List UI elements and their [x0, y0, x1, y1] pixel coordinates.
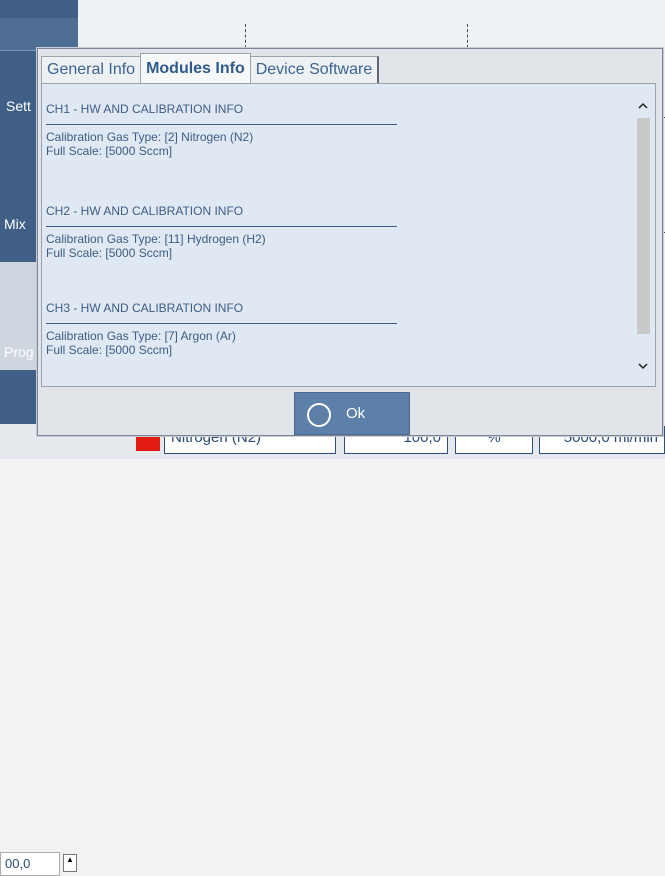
calibration-gas-line: Calibration Gas Type: [2] Nitrogen (N2)	[46, 130, 254, 144]
section-divider	[46, 323, 397, 324]
section-divider	[46, 124, 397, 125]
full-scale-line: Full Scale: [5000 Sccm]	[46, 144, 173, 158]
channel-section: CH3 - HW AND CALIBRATION INFO Calibratio…	[46, 301, 606, 357]
tab-modules-info[interactable]: Modules Info	[140, 53, 251, 83]
sidebar-button-label: Prog	[4, 344, 34, 360]
vertical-scrollbar[interactable]	[631, 84, 655, 386]
circle-icon	[307, 403, 331, 427]
section-divider	[46, 226, 397, 227]
scrollbar-thumb[interactable]	[637, 118, 650, 334]
info-dialog: General Info Modules Info Device Softwar…	[37, 48, 663, 436]
tab-bar: General Info Modules Info Device Softwar…	[41, 53, 380, 83]
channel-section: CH2 - HW AND CALIBRATION INFO Calibratio…	[46, 204, 606, 260]
section-title: CH3 - HW AND CALIBRATION INFO	[46, 301, 244, 315]
channel-section: CH1 - HW AND CALIBRATION INFO Calibratio…	[46, 102, 606, 158]
calibration-gas-line: Calibration Gas Type: [7] Argon (Ar)	[46, 329, 236, 343]
grid-line	[245, 24, 246, 48]
tab-device-software[interactable]: Device Software	[249, 56, 380, 83]
full-scale-line: Full Scale: [5000 Sccm]	[46, 343, 173, 357]
tab-general-info[interactable]: General Info	[41, 56, 142, 83]
ok-button[interactable]: Ok	[294, 392, 410, 435]
section-title: CH2 - HW AND CALIBRATION INFO	[46, 204, 244, 218]
calibration-gas-line: Calibration Gas Type: [11] Hydrogen (H2)	[46, 232, 266, 246]
chevron-up-icon[interactable]	[631, 96, 655, 116]
modules-info-panel: CH1 - HW AND CALIBRATION INFO Calibratio…	[41, 83, 656, 387]
value-field[interactable]: 00,0	[0, 852, 60, 876]
ok-button-label: Ok	[346, 405, 366, 422]
spinner-icon[interactable]: ▲	[63, 854, 77, 872]
full-scale-line: Full Scale: [5000 Sccm]	[46, 246, 173, 260]
grid-line	[467, 24, 468, 48]
sidebar-button-label: Sett	[6, 98, 31, 114]
section-title: CH1 - HW AND CALIBRATION INFO	[46, 102, 244, 116]
background-sidebar-header	[0, 18, 78, 51]
sidebar-button-label: Mix	[4, 216, 26, 232]
chevron-down-icon[interactable]	[631, 356, 655, 376]
